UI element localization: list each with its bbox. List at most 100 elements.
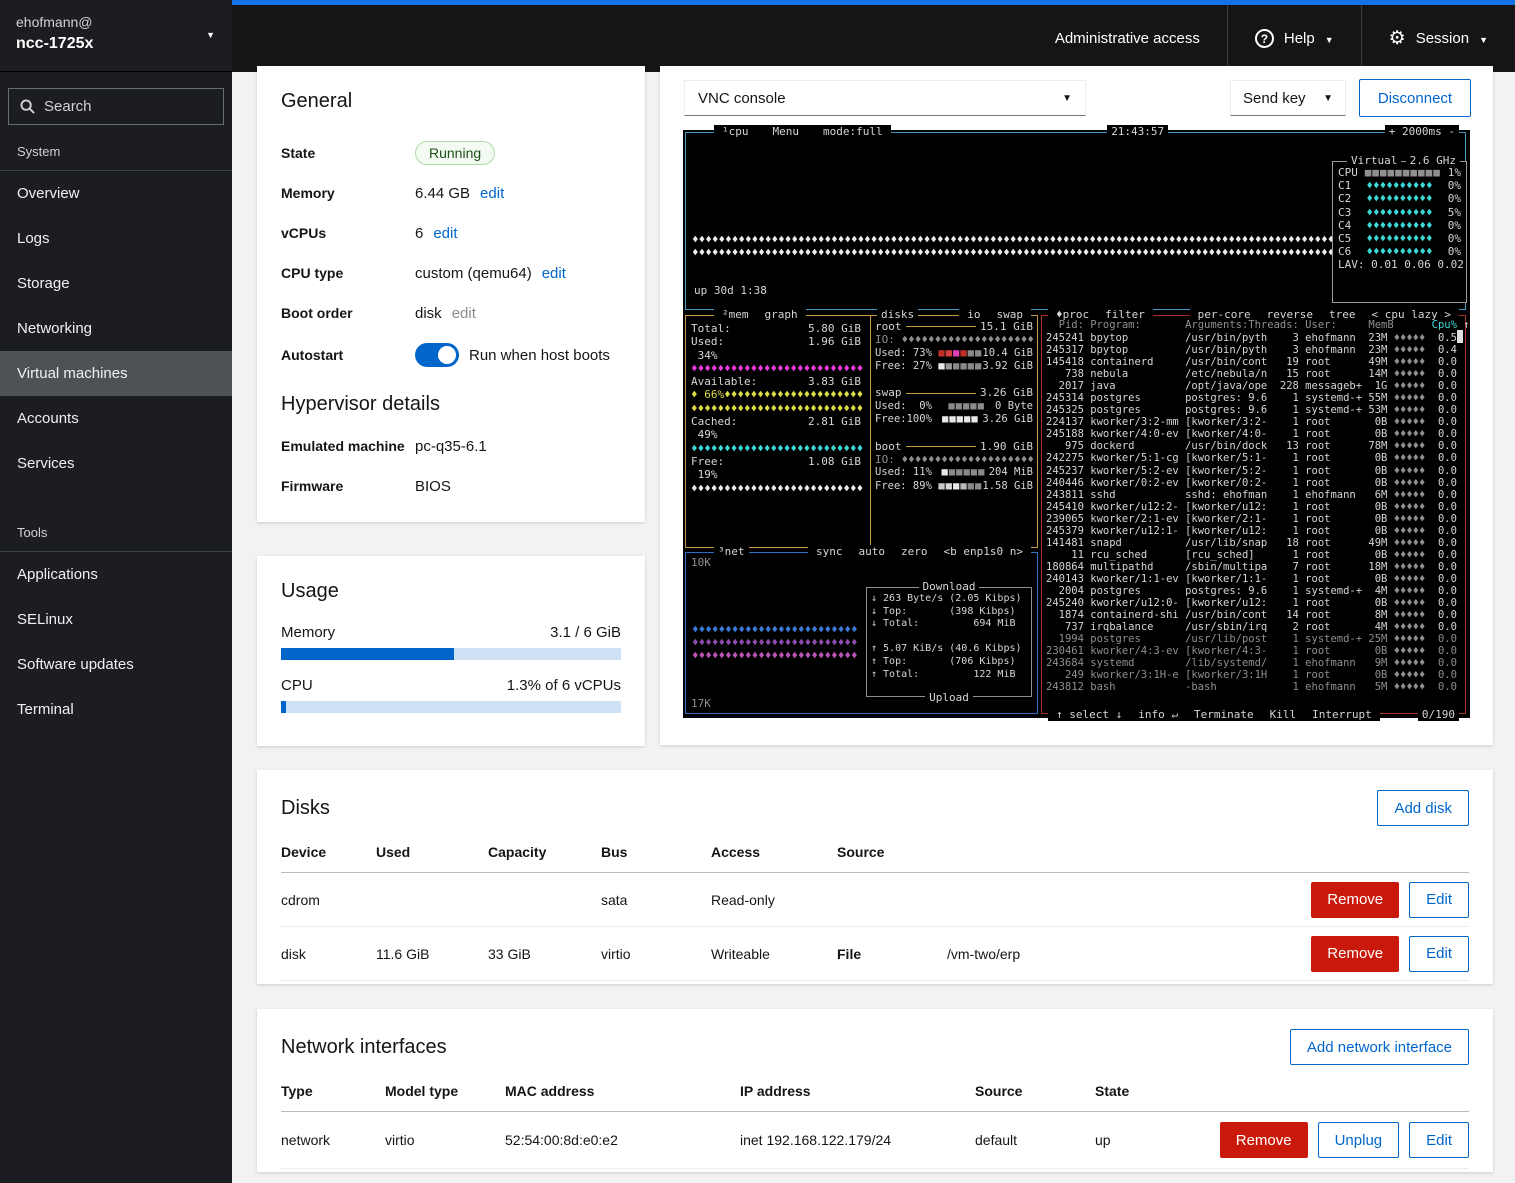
proc-row[interactable]: 738 nebula /etc/nebula/n 15 root 14M ♦♦♦… (1042, 368, 1465, 380)
remove-button[interactable]: Remove (1220, 1122, 1308, 1158)
session-menu[interactable]: ⚙ Session ▼ (1361, 5, 1515, 72)
sidebar-item-virtual-machines[interactable]: Virtual machines (0, 351, 232, 396)
status-badge: Running (415, 141, 495, 165)
gap (871, 426, 1037, 439)
usage-title: Usage (281, 580, 621, 603)
memory-edit-link[interactable]: edit (480, 185, 504, 202)
disk-meter: Free:100% ■■■■■3.26 GiB (871, 413, 1037, 426)
proc-row[interactable]: 11 rcu_sched [rcu_sched] 1 root 0B ♦♦♦♦♦… (1042, 549, 1465, 561)
core-row: C6♦♦♦♦♦♦♦♦♦♦0% (1333, 245, 1466, 258)
sidebar-hostname: ncc-1725x (16, 34, 216, 54)
sidebar-item-overview[interactable]: Overview (0, 171, 232, 216)
boot-order-label: Boot order (281, 305, 415, 321)
chevron-down-icon: ▼ (1325, 35, 1334, 45)
add-disk-button[interactable]: Add disk (1377, 790, 1469, 826)
disconnect-button[interactable]: Disconnect (1359, 79, 1471, 117)
cpu-graph-row: ♦♦♦♦♦♦♦♦♦♦♦♦♦♦♦♦♦♦♦♦♦♦♦♦♦♦♦♦♦♦♦♦♦♦♦♦♦♦♦♦… (692, 246, 1334, 259)
memory-label: Memory (281, 185, 415, 201)
send-key-dropdown[interactable]: Send key ▼ (1230, 80, 1346, 116)
proc-row[interactable]: 242275 kworker/5:1-cg [kworker/5:1- 1 ro… (1042, 452, 1465, 464)
proc-row[interactable]: 245379 kworker/u12:1- [kworker/u12: 1 ro… (1042, 525, 1465, 537)
terminal-proc-box: ♦proc filter per-corereversetree< cpu la… (1041, 315, 1466, 714)
disk-meter: Used: 0% ■■■■■0 Byte (871, 400, 1037, 413)
network-title: Network interfaces (281, 1036, 447, 1059)
usage-cpu-value: 1.3% of 6 vCPUs (507, 677, 621, 694)
vcpus-edit-link[interactable]: edit (433, 225, 457, 242)
sidebar-item-networking[interactable]: Networking (0, 306, 232, 351)
proc-row[interactable]: 224137 kworker/3:2-mm [kworker/3:2- 1 ro… (1042, 416, 1465, 428)
proc-row[interactable]: 245188 kworker/4:0-ev [kworker/4:0- 1 ro… (1042, 428, 1465, 440)
nav-section-label-system: System (0, 131, 232, 171)
proc-row[interactable]: 975 dockerd /usr/bin/dock 13 root 78M ♦♦… (1042, 440, 1465, 452)
console-type-select[interactable]: VNC console ▼ (684, 80, 1086, 116)
search-input[interactable]: Search (8, 88, 224, 125)
sidebar-item-accounts[interactable]: Accounts (0, 396, 232, 441)
add-network-interface-button[interactable]: Add network interface (1290, 1029, 1469, 1065)
mem-line: 49% (686, 428, 866, 441)
proc-row[interactable]: 245325 postgres postgres: 9.6 1 systemd-… (1042, 404, 1465, 416)
proc-row[interactable]: 180864 multipathd /sbin/multipa 7 root 1… (1042, 561, 1465, 573)
proc-row[interactable]: 243812 bash -bash 1 ehofmann 5M ♦♦♦♦♦ 0.… (1042, 681, 1465, 693)
unplug-button[interactable]: Unplug (1318, 1122, 1400, 1158)
proc-row[interactable]: 245240 kworker/u12:0- [kworker/u12: 1 ro… (1042, 597, 1465, 609)
proc-row[interactable]: 240446 kworker/0:2-ev [kworker/0:2- 1 ro… (1042, 477, 1465, 489)
proc-row[interactable]: 2017 java /opt/java/ope 228 messageb+ 1G… (1042, 380, 1465, 392)
edit-button[interactable]: Edit (1409, 936, 1469, 972)
autostart-toggle[interactable] (415, 343, 459, 367)
admin-access-button[interactable]: Administrative access (1028, 5, 1227, 72)
chevron-down-icon: ▼ (1062, 93, 1072, 104)
sidebar-item-logs[interactable]: Logs (0, 216, 232, 261)
sidebar-item-selinux[interactable]: SELinux (0, 597, 232, 642)
core-row: C1♦♦♦♦♦♦♦♦♦♦0% (1333, 179, 1466, 192)
nav-gap (0, 486, 232, 512)
remove-button[interactable]: Remove (1311, 882, 1399, 918)
memory-usage: Memory 3.1 / 6 GiB (281, 624, 621, 660)
terminal-scrollbar (1457, 330, 1463, 343)
source-path: /vm-two/erp (947, 946, 1020, 962)
sidebar-item-services[interactable]: Services (0, 441, 232, 486)
proc-row[interactable]: 245314 postgres postgres: 9.6 1 systemd-… (1042, 392, 1465, 404)
help-label: Help (1284, 30, 1315, 47)
sidebar-item-software-updates[interactable]: Software updates (0, 642, 232, 687)
boot-order-row: Boot order diskedit (281, 293, 621, 333)
net-stat-line (867, 631, 1031, 644)
proc-row[interactable]: 245237 kworker/5:2-ev [kworker/5:2- 1 ro… (1042, 465, 1465, 477)
autostart-text: Run when host boots (469, 347, 610, 364)
proc-row[interactable]: 1994 postgres /usr/lib/post 1 systemd-+ … (1042, 633, 1465, 645)
help-menu[interactable]: ? Help ▼ (1227, 5, 1361, 72)
proc-row[interactable]: 737 irqbalance /usr/sbin/irq 2 root 4M ♦… (1042, 621, 1465, 633)
proc-row[interactable]: 230461 kworker/4:3-ev [kworker/4:3- 1 ro… (1042, 645, 1465, 657)
proc-row[interactable]: 243811 sshd sshd: ehofman 1 ehofmann 6M … (1042, 489, 1465, 501)
terminal-net-box: ³net syncautozero<b enp1s0 n> 10K 17K ♦♦… (685, 552, 1038, 714)
proc-row[interactable]: 245241 bpytop /usr/bin/pyth 3 ehofmann 2… (1042, 332, 1465, 344)
cpu-type-edit-link[interactable]: edit (542, 265, 566, 282)
edit-button[interactable]: Edit (1409, 1122, 1469, 1158)
vnc-terminal[interactable]: ¹cpu Menu mode:full 21:43:57 + 2000ms - … (683, 130, 1470, 718)
terminal-net-stats: Download ↓ 263 Byte/s (2.05 Kibps)↓ Top:… (866, 587, 1032, 697)
proc-row[interactable]: 245410 kworker/u12:2- [kworker/u12: 1 ro… (1042, 501, 1465, 513)
proc-row[interactable]: 245317 bpytop /usr/bin/pyth 3 ehofmann 2… (1042, 344, 1465, 356)
sidebar-item-storage[interactable]: Storage (0, 261, 232, 306)
boot-order-edit-link[interactable]: edit (452, 305, 476, 322)
edit-button[interactable]: Edit (1409, 882, 1469, 918)
host-switcher[interactable]: ehofmann@ ncc-1725x ▼ (0, 0, 232, 72)
proc-row[interactable]: 2004 postgres postgres: 9.6 1 systemd-+ … (1042, 585, 1465, 597)
proc-row[interactable]: 249 kworker/3:1H-e [kworker/3:1H 1 root … (1042, 669, 1465, 681)
cpu-usage: CPU 1.3% of 6 vCPUs (281, 677, 621, 713)
proc-row[interactable]: 239065 kworker/2:1-ev [kworker/2:1- 1 ro… (1042, 513, 1465, 525)
core-meter-row: CPU■■■■■■■■■■1% (1333, 166, 1466, 179)
proc-row[interactable]: 145418 containerd /usr/bin/cont 19 root … (1042, 356, 1465, 368)
general-title: General (281, 90, 621, 113)
sidebar-item-applications[interactable]: Applications (0, 552, 232, 597)
proc-row[interactable]: 240143 kworker/1:1-ev [kworker/1:1- 1 ro… (1042, 573, 1465, 585)
proc-row[interactable]: 1874 containerd-shi /usr/bin/cont 14 roo… (1042, 609, 1465, 621)
proc-row[interactable]: 243684 systemd /lib/systemd/ 1 ehofmann … (1042, 657, 1465, 669)
cell-model: virtio (385, 1132, 505, 1148)
sidebar-item-terminal[interactable]: Terminal (0, 687, 232, 732)
page: ehofmann@ ncc-1725x ▼ Search SystemOverv… (0, 0, 1515, 1183)
cell-type: network (281, 1132, 385, 1148)
proc-row[interactable]: 141481 snapd /usr/lib/snap 18 root 49M ♦… (1042, 537, 1465, 549)
terminal-disks-panel: disks io swap root15.1 GiBIO: ♦♦♦♦♦♦♦♦♦♦… (870, 315, 1038, 548)
row-actions: Remove UnplugEdit (1205, 1122, 1469, 1158)
remove-button[interactable]: Remove (1311, 936, 1399, 972)
